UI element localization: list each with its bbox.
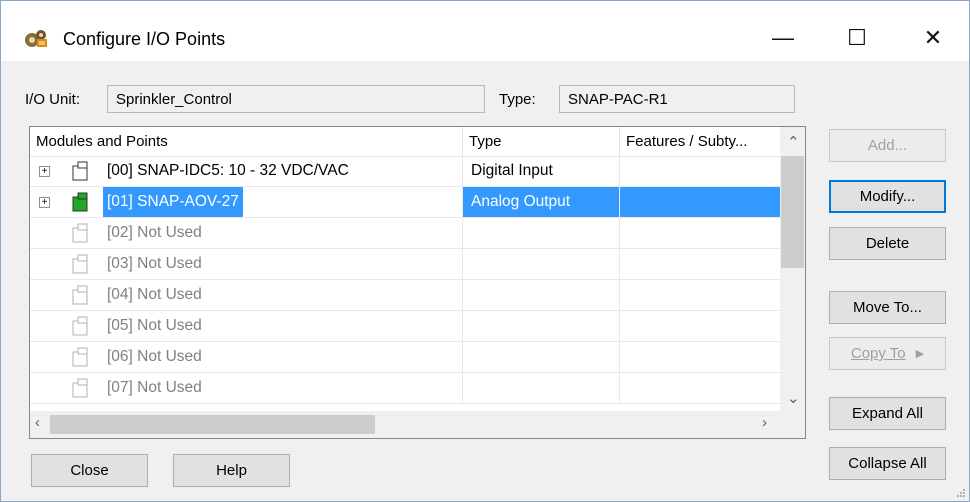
collapse-all-button[interactable]: Collapse All [829, 447, 946, 480]
vertical-scrollbar[interactable]: ⌃ ⌄ [780, 127, 805, 411]
table-row[interactable]: [02] Not Used [30, 218, 781, 249]
column-header-features[interactable]: Features / Subty... [620, 127, 781, 156]
module-name-cell: [07] Not Used [30, 373, 463, 404]
module-type-cell [463, 342, 620, 373]
table-row[interactable]: [04] Not Used [30, 280, 781, 311]
module-name-cell: [03] Not Used [30, 249, 463, 280]
type-field: SNAP-PAC-R1 [559, 85, 795, 113]
horizontal-scroll-thumb[interactable] [50, 415, 375, 434]
column-header-type[interactable]: Type [463, 127, 620, 156]
table-row[interactable]: [03] Not Used [30, 249, 781, 280]
scrollbar-corner [780, 411, 805, 438]
module-name: [05] Not Used [107, 317, 202, 334]
maximize-button[interactable]: ☐ [827, 15, 887, 61]
scroll-right-icon[interactable]: › [762, 414, 767, 431]
module-name: [02] Not Used [107, 224, 202, 241]
resize-grip-icon[interactable] [955, 487, 965, 497]
empty-slot-icon [72, 316, 88, 336]
column-header-modules[interactable]: Modules and Points [30, 127, 463, 156]
table-row[interactable]: [06] Not Used [30, 342, 781, 373]
module-type-cell [463, 311, 620, 342]
move-to-button[interactable]: Move To... [829, 291, 946, 324]
empty-slot-icon [72, 223, 88, 243]
modify-button[interactable]: Modify... [829, 180, 946, 213]
module-name-cell: + [00] SNAP-IDC5: 10 - 32 VDC/VAC [30, 156, 463, 187]
module-name-cell: [05] Not Used [30, 311, 463, 342]
list-header: Modules and Points Type Features / Subty… [30, 127, 781, 157]
empty-slot-icon [72, 254, 88, 274]
window-title: Configure I/O Points [63, 29, 226, 49]
expand-plus-icon[interactable]: + [39, 166, 50, 177]
expand-plus-icon[interactable]: + [39, 197, 50, 208]
submenu-arrow-icon: ▶ [915, 348, 925, 360]
module-type-cell [463, 218, 620, 249]
module-features-cell [620, 187, 781, 218]
type-label: Type: [499, 91, 536, 108]
module-features-cell [620, 311, 781, 342]
module-name: [03] Not Used [107, 255, 202, 272]
delete-button[interactable]: Delete [829, 227, 946, 260]
module-features-cell [620, 218, 781, 249]
module-name: [07] Not Used [107, 379, 202, 396]
expand-all-button[interactable]: Expand All [829, 397, 946, 430]
vertical-scroll-thumb[interactable] [781, 156, 804, 268]
scroll-up-icon[interactable]: ⌃ [787, 133, 800, 151]
module-type-cell: Analog Output [463, 187, 620, 218]
module-name: [06] Not Used [107, 348, 202, 365]
minimize-button[interactable]: — [753, 15, 813, 61]
io-unit-field: Sprinkler_Control [107, 85, 485, 113]
configure-io-points-dialog: Configure I/O Points — ☐ ✕ I/O Unit: Spr… [0, 0, 970, 502]
copy-to-button[interactable]: Copy To ▶ [829, 337, 946, 370]
horizontal-scrollbar[interactable]: ‹ › [30, 411, 781, 438]
module-type-cell [463, 249, 620, 280]
module-features-cell [620, 342, 781, 373]
close-button[interactable]: Close [31, 454, 148, 487]
module-name: [01] SNAP-AOV-27 [103, 187, 243, 217]
scroll-down-icon[interactable]: ⌄ [787, 389, 800, 407]
table-row[interactable]: + [00] SNAP-IDC5: 10 - 32 VDC/VAC Digital … [30, 156, 781, 187]
module-features-cell [620, 249, 781, 280]
io-unit-label: I/O Unit: [25, 91, 81, 108]
table-row[interactable]: [05] Not Used [30, 311, 781, 342]
module-features-cell [620, 373, 781, 404]
module-name-cell: [04] Not Used [30, 280, 463, 311]
module-icon [72, 192, 88, 212]
module-type-cell: Digital Input [463, 156, 620, 187]
module-type-cell [463, 280, 620, 311]
module-icon [72, 161, 88, 181]
empty-slot-icon [72, 378, 88, 398]
scroll-left-icon[interactable]: ‹ [35, 414, 40, 431]
help-button[interactable]: Help [173, 454, 290, 487]
module-type-cell [463, 373, 620, 404]
title-bar: Configure I/O Points — ☐ ✕ [1, 1, 969, 61]
module-name-cell: [02] Not Used [30, 218, 463, 249]
close-window-button[interactable]: ✕ [903, 15, 963, 61]
copy-to-label: Copy To [850, 345, 906, 362]
table-row[interactable]: + [01] SNAP-AOV-27 Analog Output [30, 187, 781, 218]
add-button[interactable]: Add... [829, 129, 946, 162]
module-features-cell [620, 280, 781, 311]
empty-slot-icon [72, 347, 88, 367]
module-name-cell: [06] Not Used [30, 342, 463, 373]
empty-slot-icon [72, 285, 88, 305]
table-row[interactable]: [07] Not Used [30, 373, 781, 404]
configure-gears-icon [25, 30, 47, 47]
module-name: [00] SNAP-IDC5: 10 - 32 VDC/VAC [107, 162, 349, 179]
module-name-cell: + [01] SNAP-AOV-27 [30, 187, 463, 218]
module-name: [04] Not Used [107, 286, 202, 303]
module-features-cell [620, 156, 781, 187]
modules-list[interactable]: Modules and Points Type Features / Subty… [29, 126, 806, 439]
